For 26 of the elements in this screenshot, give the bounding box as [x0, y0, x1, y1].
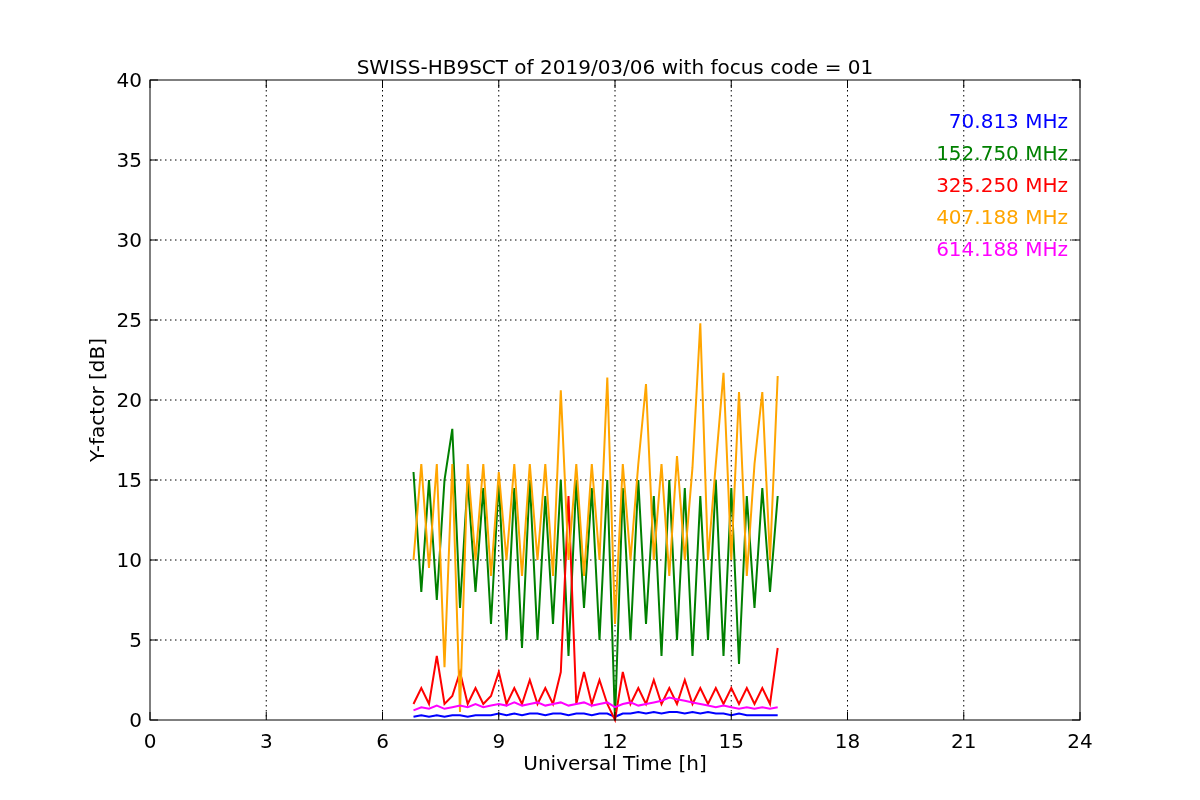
tick-label: 0	[143, 729, 157, 753]
axis-title: Y-factor [dB]	[85, 338, 109, 462]
tick-label: 10	[116, 548, 142, 572]
tick-label: 35	[116, 148, 142, 172]
legend-entry: 325.250 MHz	[936, 173, 1068, 197]
tick-label: 15	[116, 468, 142, 492]
tick-label: 24	[1067, 729, 1093, 753]
tick-label: 40	[116, 68, 142, 92]
tick-label: 6	[376, 729, 389, 753]
tick-label: 30	[116, 228, 142, 252]
tick-label: 15	[718, 729, 744, 753]
legend-entry: 70.813 MHz	[948, 109, 1068, 133]
tick-label: 25	[116, 308, 142, 332]
legend-entry: 407.188 MHz	[936, 205, 1068, 229]
chart-title: SWISS-HB9SCT of 2019/03/06 with focus code = 01	[356, 55, 874, 79]
tick-label: 9	[492, 729, 506, 753]
tick-label: 21	[951, 729, 977, 753]
tick-label: 12	[602, 729, 628, 753]
axis-title: Universal Time [h]	[523, 751, 707, 775]
tick-label: 18	[834, 729, 861, 753]
tick-label: 20	[116, 388, 142, 412]
tick-label: 3	[259, 729, 273, 753]
tick-label: 0	[129, 708, 142, 732]
tick-label: 5	[129, 628, 142, 652]
legend-entry: 152.750 MHz	[936, 141, 1068, 165]
legend-entry: 614.188 MHz	[936, 237, 1068, 261]
